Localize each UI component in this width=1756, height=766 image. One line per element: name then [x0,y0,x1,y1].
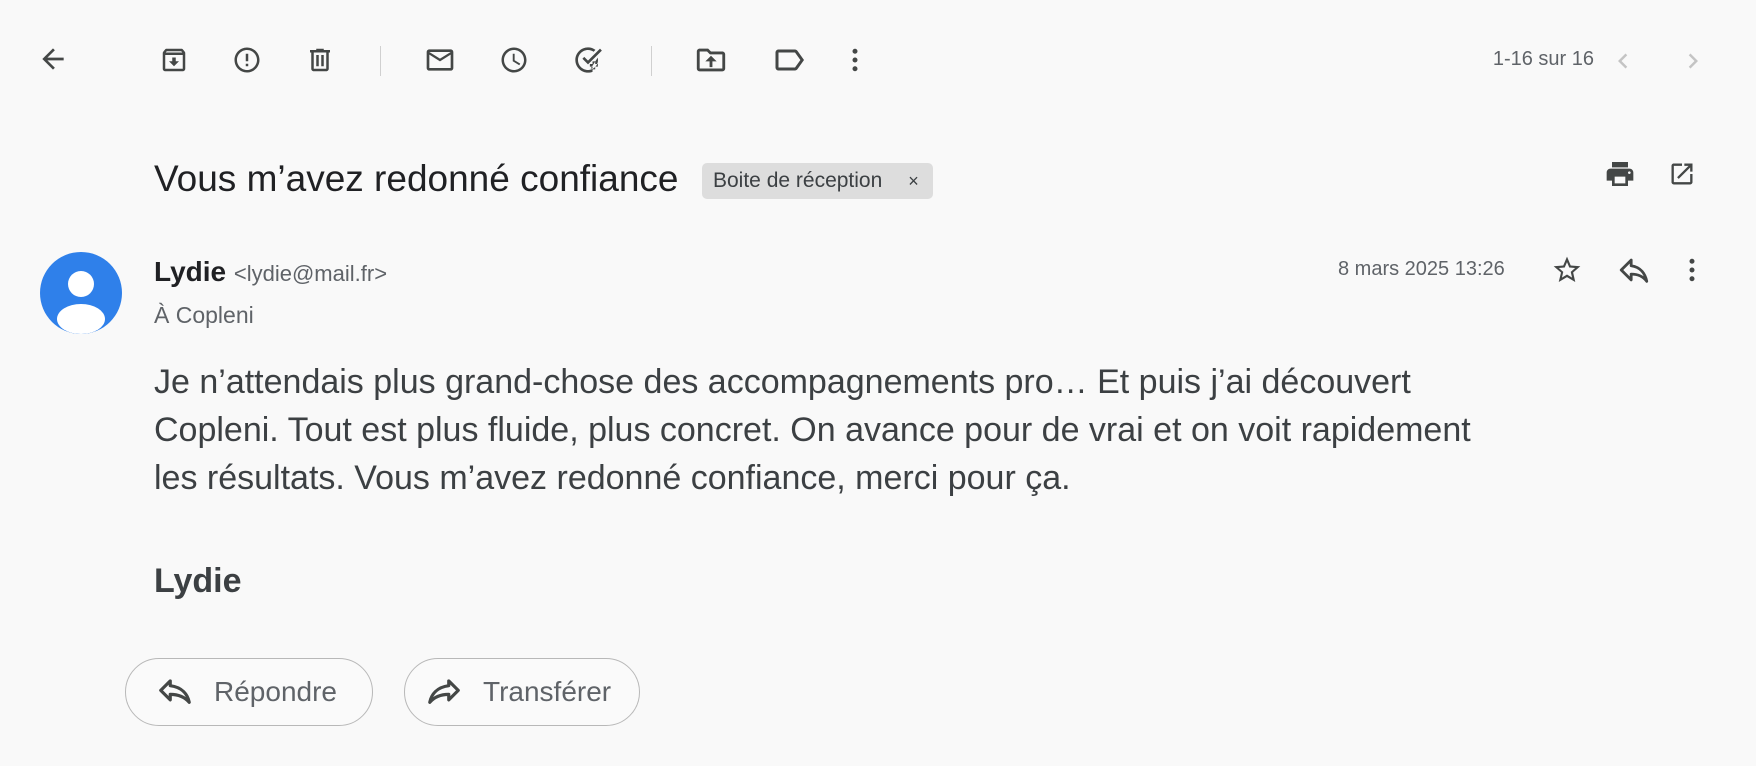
remove-label-button[interactable]: × [908,171,919,192]
email-subject: Vous m’avez redonné confiance [154,158,679,199]
toolbar-divider [380,46,381,76]
recipient-line: À Copleni [154,302,254,328]
reply-icon [1619,258,1649,283]
archive-button[interactable] [152,38,196,82]
print-icon [1606,162,1634,186]
chevron-left-icon [1618,53,1628,69]
pagination-count: 1-16 sur 16 [1492,48,1594,70]
star-button[interactable] [1545,248,1589,292]
clock-icon [501,47,527,73]
add-task-button[interactable] [566,38,610,82]
inbox-label-chip[interactable]: Boite de réception × [702,163,933,199]
sender-email: <lydie@mail.fr> [233,261,388,286]
reply-icon-button[interactable] [1612,248,1656,292]
report-spam-button[interactable] [225,38,269,82]
label-icon [775,49,804,71]
person-icon [57,271,105,334]
chevron-right-icon [1688,53,1698,69]
arrow-back-icon [42,48,64,70]
trash-icon [310,48,330,72]
move-to-button[interactable] [689,38,733,82]
report-icon [234,47,260,73]
sender-avatar [40,252,122,334]
email-body: Je n’attendais plus grand-chose des acco… [154,363,1471,497]
sender-name: Lydie [154,256,227,287]
forward-button[interactable]: Transférer [404,658,640,726]
snooze-button[interactable] [492,38,536,82]
older-button[interactable] [1671,39,1715,83]
reply-button-label: Répondre [214,676,337,707]
more-vert-icon [1689,258,1695,282]
star-icon [1553,256,1581,282]
back-button[interactable] [31,37,75,81]
print-button[interactable] [1598,152,1642,196]
label-chip-text: Boite de réception [713,169,883,192]
open-new-window-button[interactable] [1660,152,1704,196]
more-vert-icon [852,48,858,72]
folder-move-icon [696,48,726,72]
reply-button[interactable]: Répondre [125,658,373,726]
open-in-new-icon [1671,163,1693,185]
forward-button-label: Transférer [483,676,612,707]
archive-icon [162,48,186,72]
more-actions-button[interactable] [833,38,877,82]
delete-button[interactable] [298,38,342,82]
newer-button[interactable] [1601,39,1645,83]
sender-line: Lydie <lydie@mail.fr> [154,256,387,288]
email-date: 8 mars 2025 13:26 [1338,258,1505,280]
mark-unread-button[interactable] [418,38,462,82]
toolbar-divider [651,46,652,76]
add-task-icon [575,47,602,73]
message-more-button[interactable] [1670,248,1714,292]
email-signature: Lydie [154,562,242,600]
forward-icon [428,679,460,704]
labels-button[interactable] [767,38,811,82]
reply-icon [159,679,191,704]
mail-icon [426,49,454,71]
